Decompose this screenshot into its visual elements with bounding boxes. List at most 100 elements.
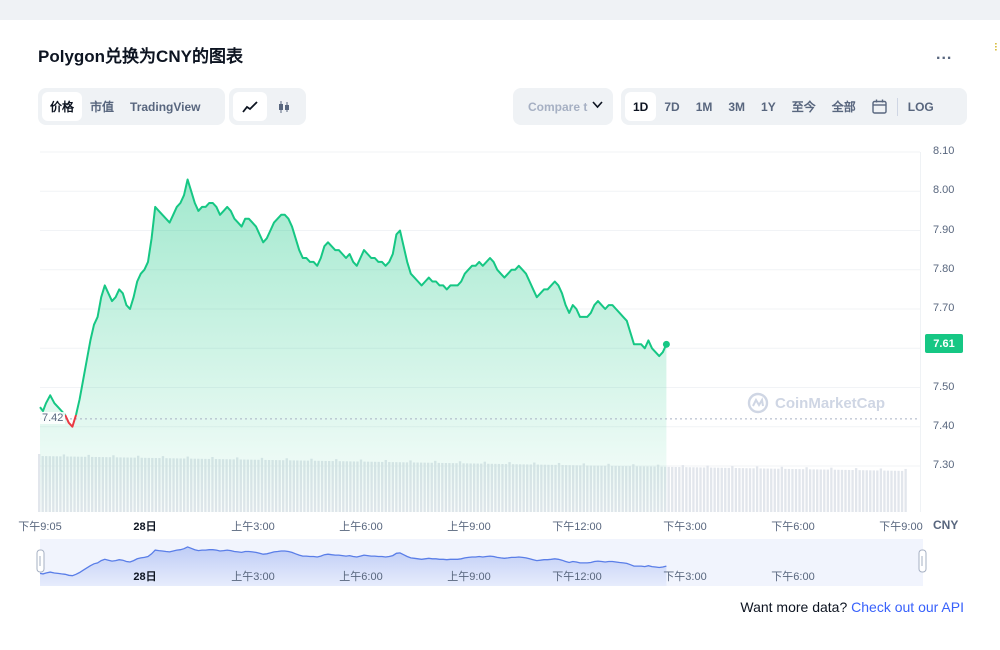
x-tick-label: 下午3:00 <box>663 521 707 533</box>
volume-bar <box>685 467 688 512</box>
navigator-tick-label: 上午9:00 <box>447 571 491 583</box>
volume-bar <box>837 469 840 512</box>
volume-bar <box>865 470 868 512</box>
baseline-price-label: 7.42 <box>40 412 66 424</box>
y-tick-label: 7.30 <box>933 459 955 471</box>
footer-text: Want more data? <box>740 599 848 615</box>
volume-bar <box>784 468 787 512</box>
current-price-dot <box>662 340 670 348</box>
navigator-handle-left[interactable] <box>36 549 45 573</box>
volume-bar <box>727 467 730 512</box>
volume-bar <box>770 468 773 512</box>
volume-bar <box>773 468 776 512</box>
x-tick-label: 上午9:00 <box>447 521 491 533</box>
y-axis-line <box>920 152 921 512</box>
volume-bar <box>787 468 791 512</box>
y-tick-label: 7.70 <box>933 302 955 314</box>
x-tick-label: 上午6:00 <box>339 521 383 533</box>
price-area <box>40 179 667 512</box>
navigator-tick-label: 下午12:00 <box>552 571 602 583</box>
x-tick-label: 28日 <box>133 521 157 533</box>
volume-bar <box>812 469 815 512</box>
volume-bar <box>876 470 879 512</box>
volume-bar <box>38 454 41 512</box>
y-tick-label: 7.80 <box>933 262 955 275</box>
volume-bar <box>798 469 801 512</box>
volume-bar <box>688 467 692 512</box>
volume-bar <box>890 470 893 512</box>
volume-bar <box>872 470 875 512</box>
volume-bar <box>816 469 819 512</box>
volume-bar <box>777 468 780 512</box>
volume-bar <box>755 466 759 512</box>
volume-bar <box>695 467 699 512</box>
y-tick-label: 7.50 <box>933 380 955 393</box>
volume-bar <box>748 468 752 512</box>
volume-bar <box>879 468 883 512</box>
coinmarketcap-logo-icon <box>747 392 769 414</box>
volume-bar <box>844 469 847 512</box>
volume-bar <box>823 469 826 512</box>
volume-bar <box>763 468 766 512</box>
watermark: CoinMarketCap <box>747 392 885 414</box>
volume-bar <box>766 468 769 512</box>
watermark-text: CoinMarketCap <box>775 394 886 412</box>
api-link[interactable]: Check out our API <box>851 599 964 615</box>
x-tick-label: 上午3:00 <box>231 521 275 533</box>
volume-bar <box>897 470 900 512</box>
volume-bar <box>731 465 734 512</box>
x-tick-label: 下午9:00 <box>879 521 923 533</box>
volume-bar <box>883 470 886 512</box>
volume-bar <box>893 470 897 512</box>
volume-bar <box>886 470 890 512</box>
volume-bar <box>720 467 723 512</box>
y-tick-label: 7.90 <box>933 223 955 236</box>
volume-bar <box>851 470 854 512</box>
volume-bar <box>805 467 808 512</box>
volume-bar <box>709 467 713 512</box>
volume-bar <box>794 469 798 512</box>
navigator-tick-label: 下午3:00 <box>663 571 707 583</box>
volume-bar <box>858 470 861 512</box>
volume-bar <box>724 467 727 512</box>
volume-bar <box>791 468 794 512</box>
x-tick-label: 下午9:05 <box>18 521 62 533</box>
volume-bar <box>826 469 829 512</box>
x-tick-label: 下午6:00 <box>771 521 815 533</box>
volume-bar <box>713 467 716 512</box>
volume-bar <box>678 467 681 512</box>
y-tick-label: 7.40 <box>933 419 955 432</box>
volume-bar <box>702 467 706 512</box>
navigator-tick-label: 上午3:00 <box>231 571 275 583</box>
volume-bar <box>699 467 702 512</box>
navigator-tick-label: 28日 <box>133 571 157 583</box>
volume-bar <box>862 470 865 512</box>
y-tick-label: 8.10 <box>933 145 955 157</box>
volume-bar <box>681 465 684 512</box>
volume-bar <box>869 470 872 512</box>
volume-bar <box>780 466 784 512</box>
currency-unit-label: CNY <box>933 518 959 532</box>
x-tick-label: 下午12:00 <box>552 521 602 533</box>
volume-bar <box>717 467 720 512</box>
volume-bar <box>840 469 844 512</box>
volume-bar <box>847 469 851 512</box>
volume-bar <box>830 467 833 512</box>
price-chart[interactable] <box>0 0 1000 650</box>
volume-bar <box>819 469 822 512</box>
volume-bar <box>734 468 738 512</box>
volume-bar <box>904 468 907 512</box>
volume-bar <box>801 469 805 512</box>
volume-bar <box>671 466 674 512</box>
y-tick-label: 8.00 <box>933 184 955 197</box>
navigator-handle-right[interactable] <box>918 549 927 573</box>
volume-bar <box>674 466 677 512</box>
volume-bar <box>745 468 748 512</box>
volume-bar <box>706 465 709 512</box>
navigator-tick-label: 下午6:00 <box>771 571 815 583</box>
navigator-tick-label: 上午6:00 <box>339 571 383 583</box>
volume-bar <box>759 468 762 512</box>
footer-cta: Want more data? Check out our API <box>740 599 964 615</box>
volume-bar <box>854 468 858 512</box>
volume-bar <box>833 469 837 512</box>
